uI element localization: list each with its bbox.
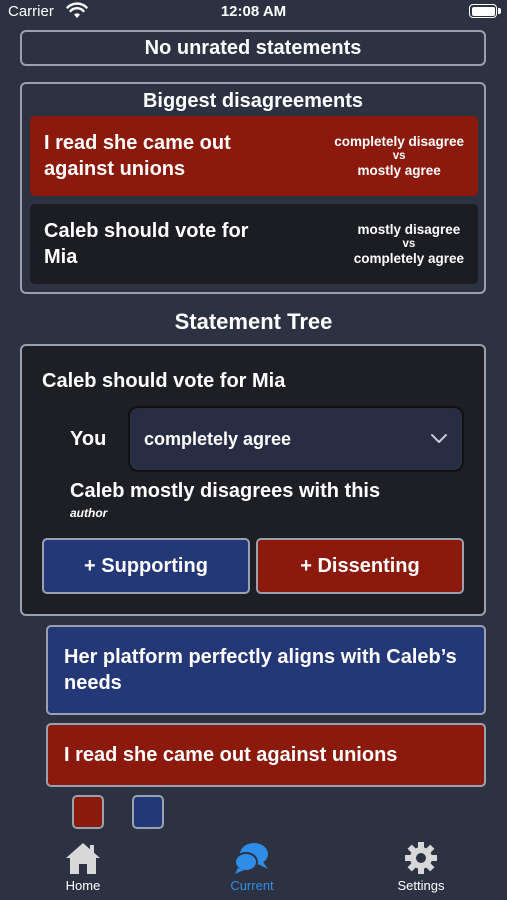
battery-icon bbox=[469, 4, 497, 18]
unrated-statements-label: No unrated statements bbox=[144, 36, 362, 59]
vs-label: vs bbox=[392, 149, 406, 162]
tab-current-label: Current bbox=[230, 878, 274, 893]
child-statement-text: Her platform perfectly aligns with Caleb… bbox=[64, 646, 457, 694]
tab-bar: Home Current Settings bbox=[0, 836, 507, 900]
tab-settings-label: Settings bbox=[397, 878, 445, 893]
rating-b: completely agree bbox=[353, 250, 464, 266]
tab-home-label: Home bbox=[65, 878, 101, 893]
rating-a: completely disagree bbox=[334, 133, 464, 149]
dissenting-statement-card[interactable]: I read she came out against unions bbox=[46, 723, 486, 787]
statement-tree-card: Caleb should vote for Mia You completely… bbox=[20, 344, 486, 616]
rating-select-value: completely agree bbox=[144, 428, 292, 449]
rating-b: mostly agree bbox=[357, 162, 441, 178]
disagreement-card[interactable]: I read she came out against unions compl… bbox=[30, 116, 478, 196]
you-label: You bbox=[70, 428, 107, 450]
chat-bubbles-icon bbox=[234, 843, 268, 874]
rating-select[interactable]: completely agree bbox=[128, 406, 464, 472]
tab-settings[interactable]: Settings bbox=[366, 836, 476, 893]
chevron-down-icon bbox=[431, 434, 447, 443]
disagreement-statement: Caleb should vote for Mia bbox=[44, 220, 249, 268]
add-dissenting-button[interactable]: + Dissenting bbox=[256, 538, 464, 594]
disagreement-statement: I read she came out against unions bbox=[44, 132, 231, 180]
tab-home[interactable]: Home bbox=[28, 836, 138, 893]
status-bar: Carrier 12:08 AM bbox=[0, 0, 507, 24]
disagreement-card[interactable]: Caleb should vote for Mia mostly disagre… bbox=[30, 204, 478, 284]
disagreement-ratings: completely disagree vs mostly agree bbox=[334, 134, 464, 179]
child-statement-text: I read she came out against unions bbox=[64, 744, 398, 766]
disagreements-panel: Biggest disagreements I read she came ou… bbox=[20, 82, 486, 294]
disagreements-title: Biggest disagreements bbox=[142, 90, 364, 112]
unrated-statements-button[interactable]: No unrated statements bbox=[20, 30, 486, 66]
author-tag: author bbox=[70, 506, 108, 520]
gear-icon bbox=[405, 842, 437, 874]
clock: 12:08 AM bbox=[220, 3, 287, 20]
author-rating-text: Caleb mostly disagrees with this bbox=[70, 480, 381, 502]
disagreement-ratings: mostly disagree vs completely agree bbox=[354, 222, 464, 267]
tree-statement: Caleb should vote for Mia bbox=[42, 370, 286, 392]
supporting-swatch[interactable] bbox=[132, 795, 164, 829]
tab-current[interactable]: Current bbox=[197, 836, 307, 893]
vs-label: vs bbox=[402, 237, 416, 250]
home-icon bbox=[66, 843, 100, 874]
rating-a: mostly disagree bbox=[357, 221, 461, 237]
dissenting-swatch[interactable] bbox=[72, 795, 104, 829]
supporting-statement-card[interactable]: Her platform perfectly aligns with Caleb… bbox=[46, 625, 486, 715]
add-supporting-button[interactable]: + Supporting bbox=[42, 538, 250, 594]
statement-tree-title: Statement Tree bbox=[174, 309, 333, 334]
battery-tip bbox=[498, 8, 501, 14]
